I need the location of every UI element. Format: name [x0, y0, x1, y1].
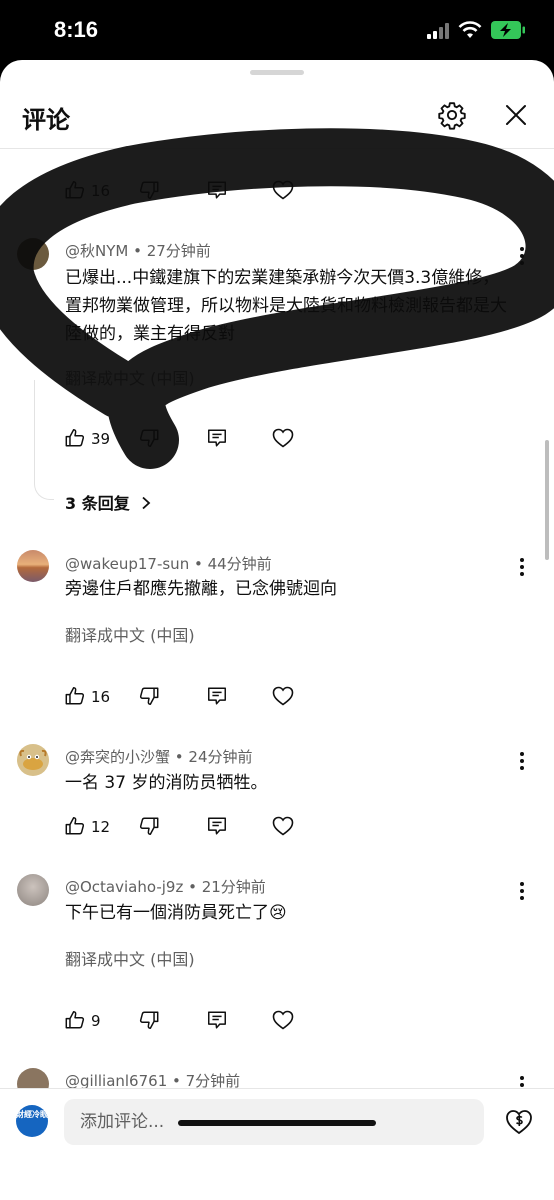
like-icon[interactable] [64, 427, 86, 449]
home-indicator[interactable] [178, 1120, 376, 1126]
comment-meta: @wakeup17-sun • 44分钟前 [65, 555, 272, 573]
like-count: 39 [91, 430, 111, 448]
comment-text: 已爆出...中鐵建旗下的宏業建築承辦今次天價3.3億維修，置邦物業做管理，所以物… [65, 268, 507, 344]
super-thanks-icon[interactable] [504, 1107, 534, 1137]
reply-icon[interactable] [206, 1009, 228, 1031]
heart-icon[interactable] [271, 1008, 295, 1032]
heart-icon[interactable] [271, 178, 295, 202]
thread-line [34, 380, 54, 500]
dislike-icon[interactable] [138, 427, 160, 449]
more-options-icon[interactable] [516, 557, 528, 577]
translate-link[interactable]: 翻译成中文 (中国) [65, 365, 195, 389]
comment-text: 一名 37 岁的消防员牺牲。 [65, 773, 268, 793]
dislike-icon[interactable] [138, 179, 160, 201]
replies-label: 3 条回复 [65, 494, 130, 513]
comment-author[interactable]: @秋NYM [65, 242, 128, 260]
like-icon[interactable] [64, 179, 86, 201]
header-divider [0, 148, 554, 149]
wifi-icon [458, 21, 482, 38]
avatar[interactable] [17, 744, 49, 776]
more-options-icon[interactable] [516, 751, 528, 771]
comments-sheet: 评论 16 @秋NYM • 27分钟前 已爆出...中鐵建旗下的宏業建築承辦今次… [0, 60, 554, 1200]
battery-charging-icon [491, 21, 525, 39]
comment-age: 21分钟前 [201, 878, 266, 896]
like-icon[interactable] [64, 685, 86, 707]
comment-age: 27分钟前 [146, 242, 211, 260]
channel-avatar[interactable]: 財經冷眼 [16, 1105, 48, 1137]
comment-meta: @Octaviaho-j9z • 21分钟前 [65, 878, 266, 896]
dislike-icon[interactable] [138, 1009, 160, 1031]
translate-link[interactable]: 翻译成中文 (中国) [65, 946, 195, 970]
like-icon[interactable] [64, 815, 86, 837]
crab-icon [19, 749, 47, 770]
reply-icon[interactable] [206, 685, 228, 707]
comment-age: 44分钟前 [207, 555, 272, 573]
comment-composer: 財經冷眼 [0, 1089, 554, 1200]
comment-text: 旁邊住戶都應先撤離，已念佛號迴向 [65, 579, 337, 599]
heart-icon[interactable] [271, 426, 295, 450]
avatar[interactable] [17, 238, 49, 270]
chevron-right-icon [142, 496, 151, 510]
scrollbar[interactable] [545, 440, 549, 560]
status-bar: 8:16 [0, 0, 554, 60]
comment-text: 下午已有一個消防員死亡了😢 [65, 903, 287, 923]
more-options-icon[interactable] [516, 881, 528, 901]
dislike-icon[interactable] [138, 685, 160, 707]
avatar[interactable] [17, 550, 49, 582]
avatar[interactable] [17, 874, 49, 906]
heart-icon[interactable] [271, 814, 295, 838]
comment-meta: @秋NYM • 27分钟前 [65, 242, 211, 260]
like-count: 12 [91, 818, 111, 836]
dislike-icon[interactable] [138, 815, 160, 837]
more-options-icon[interactable] [516, 246, 528, 266]
like-count: 16 [91, 688, 111, 706]
comment-author[interactable]: @奔突的小沙蟹 [65, 748, 170, 766]
like-count: 16 [91, 182, 111, 200]
comment-age: 24分钟前 [188, 748, 253, 766]
heart-icon[interactable] [271, 684, 295, 708]
comment-author[interactable]: @Octaviaho-j9z [65, 878, 183, 896]
cellular-signal-icon [427, 23, 449, 39]
like-icon[interactable] [64, 1009, 86, 1031]
reply-icon[interactable] [206, 815, 228, 837]
reply-icon[interactable] [206, 179, 228, 201]
view-replies-button[interactable]: 3 条回复 [65, 490, 153, 514]
page-title: 评论 [22, 106, 70, 134]
like-count: 9 [91, 1012, 101, 1030]
reply-icon[interactable] [206, 427, 228, 449]
comment-meta: @奔突的小沙蟹 • 24分钟前 [65, 748, 253, 766]
comment-author[interactable]: @wakeup17-sun [65, 555, 189, 573]
status-time: 8:16 [54, 17, 99, 42]
close-icon[interactable] [504, 103, 528, 127]
sheet-drag-handle[interactable] [250, 70, 304, 75]
gear-icon[interactable] [437, 100, 467, 130]
translate-link[interactable]: 翻译成中文 (中国) [65, 622, 195, 646]
